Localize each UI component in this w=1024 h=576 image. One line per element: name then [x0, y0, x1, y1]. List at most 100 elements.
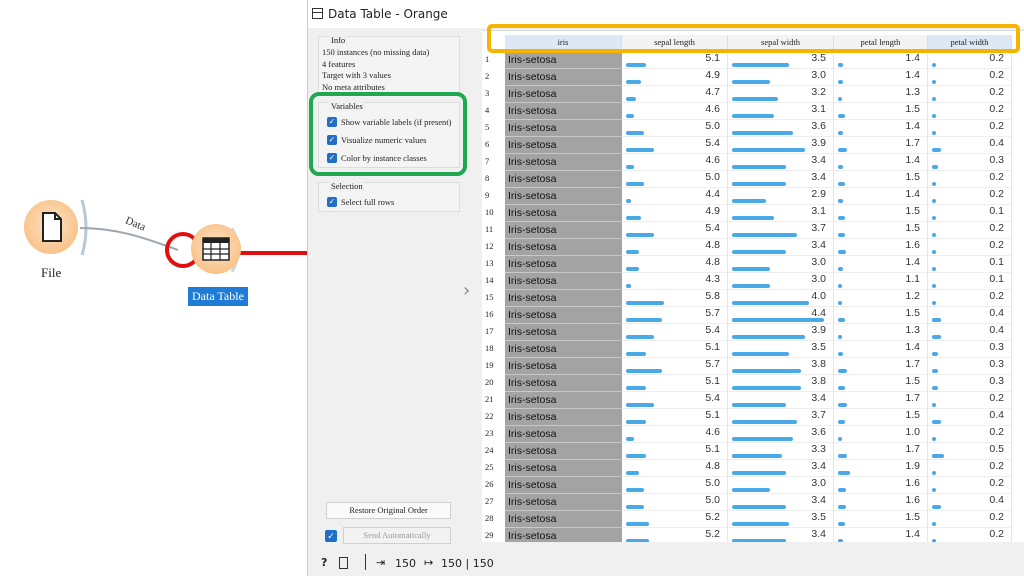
data-link[interactable] [79, 227, 179, 251]
value-bar [626, 182, 644, 186]
table-row[interactable]: 10 Iris-setosa 4.9 3.1 1.5 0.1 [482, 205, 1024, 222]
table-row[interactable]: 21 Iris-setosa 5.4 3.4 1.7 0.2 [482, 392, 1024, 409]
table-row[interactable]: 12 Iris-setosa 4.8 3.4 1.6 0.2 [482, 239, 1024, 256]
value-bar [838, 216, 845, 220]
report-icon[interactable] [339, 557, 348, 569]
class-cell: Iris-setosa [505, 375, 622, 392]
data-table[interactable]: iris sepal length sepal width petal leng… [482, 30, 1024, 542]
numeric-cell: 1.4 [905, 69, 920, 81]
table-row[interactable]: 22 Iris-setosa 5.1 3.7 1.5 0.4 [482, 409, 1024, 426]
value-bar [932, 488, 936, 492]
table-row[interactable]: 14 Iris-setosa 4.3 3.0 1.1 0.1 [482, 273, 1024, 290]
value-bar [838, 335, 842, 339]
checkbox-label: Select full rows [341, 197, 395, 207]
value-bar [626, 471, 639, 475]
numeric-cell: 1.4 [905, 341, 920, 353]
data-table-node[interactable] [191, 224, 241, 274]
table-row[interactable]: 9 Iris-setosa 4.4 2.9 1.4 0.2 [482, 188, 1024, 205]
value-bar [626, 369, 662, 373]
table-row[interactable]: 13 Iris-setosa 4.8 3.0 1.4 0.1 [482, 256, 1024, 273]
value-bar [732, 471, 786, 475]
value-bar [838, 165, 843, 169]
row-number: 25 [485, 462, 494, 472]
value-bar [626, 301, 664, 305]
value-bar [932, 199, 936, 203]
class-cell: Iris-setosa [505, 171, 622, 188]
numeric-cell: 0.2 [989, 222, 1004, 234]
data-table-node-label[interactable]: Data Table [188, 287, 248, 306]
numeric-cell: 1.7 [905, 443, 920, 455]
value-bar [932, 386, 938, 390]
value-bar [626, 250, 639, 254]
value-bar [626, 454, 646, 458]
table-row[interactable]: 7 Iris-setosa 4.6 3.4 1.4 0.3 [482, 154, 1024, 171]
value-bar [626, 386, 646, 390]
table-row[interactable]: 17 Iris-setosa 5.4 3.9 1.3 0.4 [482, 324, 1024, 341]
value-bar [838, 199, 843, 203]
select-full-rows-checkbox[interactable]: ✓ Select full rows [323, 193, 394, 211]
class-cell: Iris-setosa [505, 358, 622, 375]
class-cell: Iris-setosa [505, 392, 622, 409]
table-row[interactable]: 11 Iris-setosa 5.4 3.7 1.5 0.2 [482, 222, 1024, 239]
table-row[interactable]: 29 Iris-setosa 5.2 3.4 1.4 0.2 [482, 528, 1024, 542]
class-cell: Iris-setosa [505, 511, 622, 528]
value-bar [932, 216, 936, 220]
value-bar [838, 420, 845, 424]
class-cell: Iris-setosa [505, 460, 622, 477]
numeric-cell: 1.6 [905, 494, 920, 506]
table-row[interactable]: 28 Iris-setosa 5.2 3.5 1.5 0.2 [482, 511, 1024, 528]
output-icon: ↦ [424, 556, 434, 569]
value-bar [732, 267, 770, 271]
numeric-cell: 1.5 [905, 171, 920, 183]
table-row[interactable]: 4 Iris-setosa 4.6 3.1 1.5 0.2 [482, 103, 1024, 120]
table-row[interactable]: 26 Iris-setosa 5.0 3.0 1.6 0.2 [482, 477, 1024, 494]
table-row[interactable]: 16 Iris-setosa 5.7 4.4 1.5 0.4 [482, 307, 1024, 324]
numeric-cell: 1.7 [905, 358, 920, 370]
value-bar [626, 80, 641, 84]
table-row[interactable]: 2 Iris-setosa 4.9 3.0 1.4 0.2 [482, 69, 1024, 86]
value-bar [626, 63, 646, 67]
value-bar [932, 114, 936, 118]
numeric-cell: 1.5 [905, 375, 920, 387]
numeric-cell: 0.1 [989, 256, 1004, 268]
value-bar [838, 318, 845, 322]
table-row[interactable]: 3 Iris-setosa 4.7 3.2 1.3 0.2 [482, 86, 1024, 103]
data-table-window: Data Table - Orange Info 150 instances (… [307, 0, 1024, 576]
row-number: 3 [485, 88, 490, 98]
splitter-chevron-icon[interactable]: › [463, 280, 470, 301]
value-bar [932, 539, 936, 542]
table-row[interactable]: 6 Iris-setosa 5.4 3.9 1.7 0.4 [482, 137, 1024, 154]
table-row[interactable]: 1 Iris-setosa 5.1 3.5 1.4 0.2 [482, 52, 1024, 69]
table-row[interactable]: 24 Iris-setosa 5.1 3.3 1.7 0.5 [482, 443, 1024, 460]
numeric-cell: 1.1 [905, 273, 920, 285]
help-icon[interactable]: ? [321, 556, 327, 569]
value-bar [626, 267, 639, 271]
table-row[interactable]: 25 Iris-setosa 4.8 3.4 1.9 0.2 [482, 460, 1024, 477]
output-count: 150 | 150 [441, 557, 494, 570]
info-line: 4 features [322, 58, 356, 69]
table-row[interactable]: 27 Iris-setosa 5.0 3.4 1.6 0.4 [482, 494, 1024, 511]
value-bar [932, 63, 936, 67]
table-row[interactable]: 19 Iris-setosa 5.7 3.8 1.7 0.3 [482, 358, 1024, 375]
send-auto-checkbox[interactable]: ✓ [325, 530, 337, 542]
table-row[interactable]: 18 Iris-setosa 5.1 3.5 1.4 0.3 [482, 341, 1024, 358]
numeric-cell: 0.2 [989, 120, 1004, 132]
send-automatically-button[interactable]: Send Automatically [343, 527, 451, 544]
numeric-cell: 1.5 [905, 205, 920, 217]
table-row[interactable]: 20 Iris-setosa 5.1 3.8 1.5 0.3 [482, 375, 1024, 392]
class-cell: Iris-setosa [505, 86, 622, 103]
restore-order-button[interactable]: Restore Original Order [326, 502, 451, 519]
value-bar [626, 539, 649, 542]
window-title: Data Table - Orange [328, 7, 448, 21]
table-row[interactable]: 23 Iris-setosa 4.6 3.6 1.0 0.2 [482, 426, 1024, 443]
file-node-label: File [41, 265, 62, 280]
status-divider [365, 554, 366, 570]
file-icon [42, 212, 62, 242]
file-node[interactable] [24, 200, 78, 254]
value-bar [732, 148, 805, 152]
numeric-cell: 0.3 [989, 358, 1004, 370]
table-row[interactable]: 8 Iris-setosa 5.0 3.4 1.5 0.2 [482, 171, 1024, 188]
table-row[interactable]: 15 Iris-setosa 5.8 4.0 1.2 0.2 [482, 290, 1024, 307]
numeric-cell: 0.2 [989, 460, 1004, 472]
table-row[interactable]: 5 Iris-setosa 5.0 3.6 1.4 0.2 [482, 120, 1024, 137]
